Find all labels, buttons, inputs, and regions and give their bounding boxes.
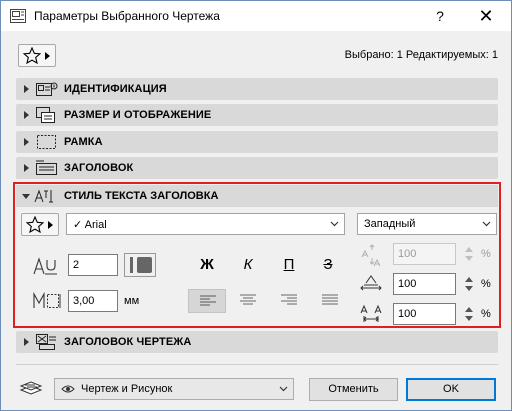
favorites-button[interactable]	[18, 44, 56, 67]
text-width-field[interactable]: 3,00	[68, 290, 118, 312]
align-justify-icon	[322, 294, 338, 305]
dialog-window: Параметры Выбранного Чертежа ? ✕ Выбрано…	[0, 0, 512, 411]
panel-drawing-title[interactable]: ЗАГОЛОВОК ЧЕРТЕЖА	[16, 331, 498, 353]
font-select-value: ✓ Arial	[73, 218, 107, 231]
width-factor-value: 100	[398, 278, 417, 290]
text-size-icon	[33, 257, 57, 275]
collapse-arrow-icon	[22, 194, 30, 199]
ok-button[interactable]: OK	[406, 378, 496, 401]
eye-icon	[61, 385, 75, 393]
text-width-unit: мм	[124, 295, 140, 307]
char-spacing-icon	[360, 304, 382, 322]
script-select[interactable]: Западный	[357, 213, 497, 235]
chevron-down-icon	[279, 386, 288, 392]
drawing-app-icon	[10, 9, 26, 23]
line-spacing-field[interactable]: 100	[393, 243, 456, 265]
layer-select-value: Чертеж и Рисунок	[81, 383, 173, 395]
font-name: Arial	[84, 219, 107, 231]
panel-frame[interactable]: РАМКА	[16, 131, 498, 153]
layer-icon	[19, 381, 43, 395]
pen-color-button[interactable]	[124, 253, 156, 277]
panel-text-style[interactable]: СТИЛЬ ТЕКСТА ЗАГОЛОВКА	[16, 185, 498, 207]
pen-bar-icon	[130, 257, 133, 273]
footer-divider	[16, 364, 498, 365]
pen-swatch	[137, 257, 152, 273]
panel-label: РАМКА	[64, 136, 103, 148]
bold-button[interactable]: Ж	[196, 254, 218, 276]
dropdown-arrow-icon	[48, 221, 53, 229]
font-select[interactable]: ✓ Arial	[66, 213, 345, 235]
cancel-button[interactable]: Отменить	[309, 378, 398, 401]
panel-label: ИДЕНТИФИКАЦИЯ	[64, 83, 167, 95]
star-icon	[23, 47, 41, 64]
expand-arrow-icon	[24, 138, 29, 146]
drawing-title-icon	[36, 334, 56, 350]
expand-arrow-icon	[24, 338, 29, 346]
line-spacing-value: 100	[398, 248, 417, 260]
align-left-button[interactable]	[188, 289, 226, 313]
width-factor-field[interactable]: 100	[393, 273, 456, 295]
line-spacing-stepper[interactable]	[465, 243, 474, 265]
width-factor-stepper[interactable]	[465, 273, 474, 295]
text-width-icon	[33, 291, 61, 308]
expand-arrow-icon	[24, 111, 29, 119]
help-button[interactable]: ?	[432, 6, 448, 26]
panel-label: ЗАГОЛОВОК	[64, 162, 134, 174]
window-title: Параметры Выбранного Чертежа	[34, 9, 220, 23]
panel-label: РАЗМЕР И ОТОБРАЖЕНИЕ	[64, 109, 212, 121]
text-width-value: 3,00	[73, 295, 95, 307]
id-icon	[36, 82, 58, 96]
align-right-icon	[281, 294, 297, 305]
script-select-value: Западный	[364, 218, 416, 230]
line-spacing-icon	[361, 244, 381, 267]
width-factor-icon	[360, 275, 382, 291]
star-icon	[26, 216, 44, 233]
panel-label: СТИЛЬ ТЕКСТА ЗАГОЛОВКА	[64, 190, 219, 202]
title-icon	[36, 160, 57, 175]
char-spacing-stepper[interactable]	[465, 303, 474, 325]
size-display-icon	[36, 107, 55, 123]
char-spacing-value: 100	[398, 308, 417, 320]
panel-identification[interactable]: ИДЕНТИФИКАЦИЯ	[16, 78, 498, 100]
align-left-icon	[200, 295, 216, 306]
panel-title[interactable]: ЗАГОЛОВОК	[16, 157, 498, 179]
width-factor-unit: %	[481, 278, 491, 290]
panel-label: ЗАГОЛОВОК ЧЕРТЕЖА	[64, 336, 192, 348]
char-spacing-unit: %	[481, 308, 491, 320]
underline-button[interactable]: П	[278, 254, 300, 276]
italic-button[interactable]: К	[237, 254, 259, 276]
chevron-down-icon	[482, 221, 491, 227]
dropdown-arrow-icon	[45, 52, 50, 60]
panel-size-display[interactable]: РАЗМЕР И ОТОБРАЖЕНИЕ	[16, 104, 498, 126]
text-style-section: СТИЛЬ ТЕКСТА ЗАГОЛОВКА ✓ Arial Западный …	[13, 182, 501, 328]
check-icon: ✓	[73, 219, 83, 231]
align-justify-button[interactable]	[311, 289, 349, 313]
align-center-icon	[240, 294, 256, 305]
close-button[interactable]: ✕	[476, 5, 496, 27]
frame-icon	[37, 135, 56, 149]
expand-arrow-icon	[24, 164, 29, 172]
expand-arrow-icon	[24, 85, 29, 93]
title-bar: Параметры Выбранного Чертежа ? ✕	[1, 1, 511, 31]
chevron-down-icon	[330, 221, 339, 227]
line-spacing-unit: %	[481, 248, 491, 260]
layer-select[interactable]: Чертеж и Рисунок	[54, 378, 294, 400]
align-right-button[interactable]	[270, 289, 308, 313]
char-spacing-field[interactable]: 100	[393, 303, 456, 325]
text-size-field[interactable]: 2	[68, 254, 118, 276]
align-center-button[interactable]	[229, 289, 267, 313]
text-style-icon	[34, 189, 53, 203]
text-size-value: 2	[73, 259, 80, 271]
selection-status: Выбрано: 1 Редактируемых: 1	[344, 49, 498, 61]
strikethrough-button[interactable]: З	[317, 254, 339, 276]
text-style-favorites-button[interactable]	[21, 213, 59, 236]
